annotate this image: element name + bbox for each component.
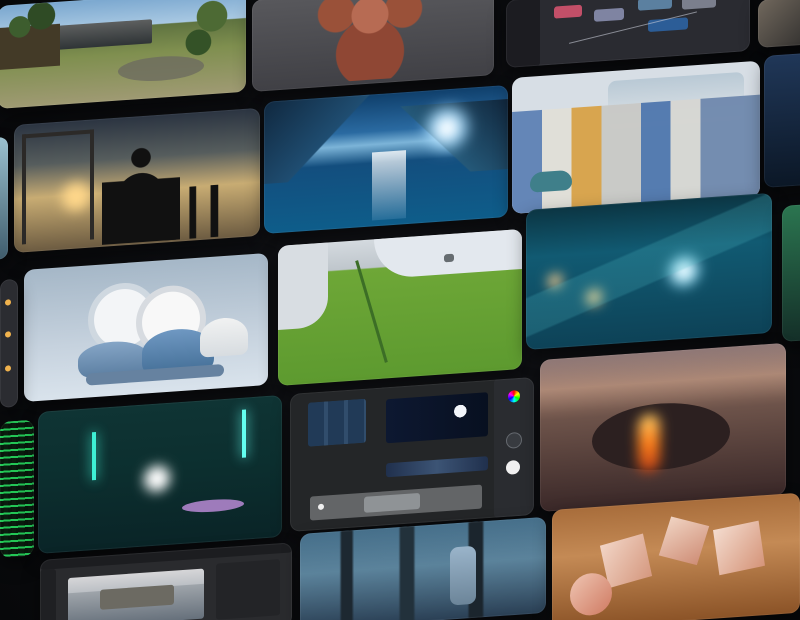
app-window-tile[interactable] bbox=[40, 542, 292, 620]
node-editor-tile[interactable] bbox=[506, 0, 750, 68]
fjord-tile[interactable] bbox=[264, 84, 508, 234]
trees-left bbox=[0, 1, 60, 71]
left-mountain bbox=[264, 94, 376, 184]
edge-screen-tile[interactable] bbox=[764, 52, 800, 188]
creature-sculpt-tile[interactable] bbox=[252, 0, 494, 92]
compositor-ui-tile[interactable] bbox=[290, 376, 534, 532]
node-a bbox=[554, 4, 582, 19]
left-edge-strip[interactable] bbox=[0, 136, 8, 260]
matrix-code-tile[interactable] bbox=[0, 419, 34, 558]
thumbnail-wall bbox=[0, 0, 800, 620]
warm-blocks-tile[interactable] bbox=[552, 492, 800, 620]
hillside-house-tile[interactable] bbox=[0, 0, 246, 110]
windshield-left bbox=[278, 242, 328, 330]
left-dot-3 bbox=[5, 365, 11, 372]
water-reflection bbox=[372, 150, 406, 221]
white-bowls-right bbox=[200, 316, 248, 358]
edge-interior-tile[interactable] bbox=[758, 0, 800, 49]
node-b bbox=[594, 7, 624, 22]
node-c bbox=[638, 0, 672, 11]
letter-c-block bbox=[570, 571, 612, 617]
block-2 bbox=[658, 516, 710, 566]
right-neon-bar bbox=[242, 409, 246, 458]
pink-floor-light bbox=[182, 497, 244, 514]
timeline-strip bbox=[386, 456, 488, 478]
underwater-lights-tile[interactable] bbox=[526, 192, 772, 350]
lava-crater-tile[interactable] bbox=[540, 342, 786, 512]
left-ui-strip[interactable] bbox=[0, 278, 18, 408]
car-panel-line bbox=[355, 260, 388, 363]
left-dot-1 bbox=[5, 299, 11, 306]
light-rays bbox=[526, 192, 772, 350]
sidebar bbox=[40, 568, 56, 620]
right-panel bbox=[216, 559, 280, 620]
node-d bbox=[682, 0, 716, 10]
left-dot-2 bbox=[5, 331, 11, 338]
creature-body bbox=[294, 0, 446, 86]
left-neon-bar bbox=[92, 431, 96, 481]
teal-neon-room-tile[interactable] bbox=[38, 394, 282, 554]
edge-green-tile[interactable] bbox=[782, 203, 800, 342]
sunset-silhouette-tile[interactable] bbox=[14, 107, 260, 253]
ground-silhouettes bbox=[164, 181, 260, 241]
lava-flow bbox=[638, 413, 660, 474]
green-car-tile[interactable] bbox=[278, 228, 522, 386]
bedroom-carpet-tile[interactable] bbox=[512, 60, 760, 215]
tree-trunks bbox=[300, 516, 546, 620]
dishware-tile[interactable] bbox=[24, 252, 268, 402]
forest-tree-tile[interactable] bbox=[300, 516, 546, 620]
gym-frame bbox=[22, 129, 94, 245]
volcano-ring bbox=[592, 398, 730, 475]
smoke-haze bbox=[540, 342, 786, 414]
block-3 bbox=[713, 520, 765, 576]
house-shape bbox=[56, 19, 152, 50]
door-handle bbox=[444, 253, 454, 263]
code-columns bbox=[0, 419, 34, 558]
shoe-object bbox=[530, 169, 572, 193]
headlight bbox=[144, 464, 170, 493]
thumbnail-grid bbox=[308, 398, 366, 447]
editor-left-panel bbox=[506, 0, 540, 68]
robotic-figure bbox=[450, 545, 476, 606]
viewer-panel bbox=[386, 392, 488, 444]
render-gallery bbox=[0, 0, 800, 620]
lawn-ellipse bbox=[118, 53, 204, 84]
